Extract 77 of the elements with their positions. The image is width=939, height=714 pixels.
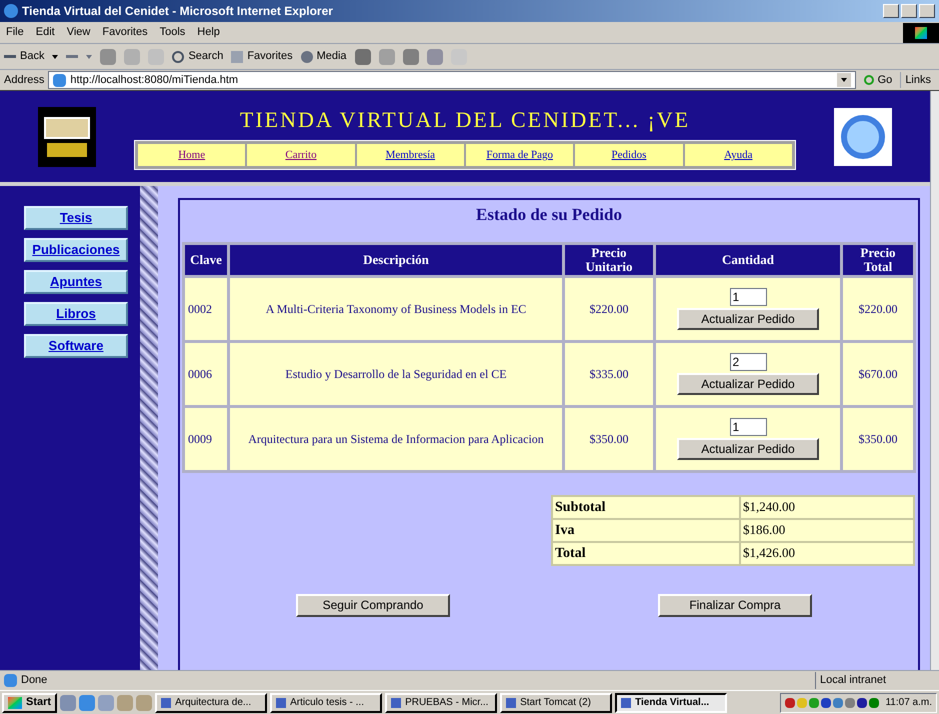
window-title: Tienda Virtual del Cenidet - Microsoft Internet Explorer: [22, 3, 333, 20]
open-for-business-sign-drawing: [38, 106, 96, 166]
column-header: Precio Unitario: [565, 244, 653, 274]
minimize-button[interactable]: [883, 4, 899, 18]
quantity-field[interactable]: 1: [730, 418, 766, 436]
totals-value: $1,426.00: [741, 542, 913, 564]
nav-link[interactable]: Home: [138, 144, 246, 166]
menu-item[interactable]: Favorites: [96, 24, 154, 41]
totals-value: $1,240.00: [741, 496, 913, 518]
table-cell: Arquitectura para un Sistema de Informacion para Aplicacion: [230, 408, 562, 470]
nav-link[interactable]: Membresía: [356, 144, 464, 166]
update-order-button[interactable]: Actualizar Pedido: [677, 372, 819, 394]
order-title: Estado de su Pedido: [475, 204, 623, 226]
taskbar-item[interactable]: Arquitectura de...: [155, 692, 268, 712]
action-button[interactable]: Finalizar Compra: [658, 594, 812, 616]
quantity-field[interactable]: 1: [730, 288, 766, 306]
totals-label: Iva: [553, 520, 739, 540]
favorites-button[interactable]: Favorites: [231, 48, 293, 65]
search-button[interactable]: Search: [172, 48, 224, 65]
start-button[interactable]: Start: [2, 692, 58, 712]
quantity-field[interactable]: 2: [730, 352, 766, 370]
address-label: Address: [4, 72, 44, 88]
menu-item[interactable]: Help: [191, 24, 226, 41]
nav-link[interactable]: Pedidos: [575, 144, 683, 166]
status-text: Done: [21, 673, 48, 688]
totals-label: Subtotal: [553, 496, 739, 518]
nav-link[interactable]: Forma de Pago: [466, 144, 574, 166]
media-button[interactable]: Media: [300, 48, 347, 65]
column-header: Clave: [185, 244, 227, 274]
table-cell: $670.00: [843, 342, 913, 404]
table-cell: $350.00: [565, 408, 653, 470]
taskbar-item[interactable]: Articulo tesis - ...: [270, 692, 382, 712]
column-header: Cantidad: [656, 244, 840, 274]
maximize-button[interactable]: [901, 4, 917, 18]
menu-item[interactable]: View: [60, 24, 96, 41]
store-title: TIENDA VIRTUAL DEL CENIDET... ¡VE: [240, 106, 690, 134]
zone-label: Local intranet: [815, 672, 935, 689]
sidebar-link[interactable]: Tesis: [24, 206, 128, 230]
windows-logo-icon: [903, 22, 939, 42]
table-cell: $220.00: [843, 278, 913, 340]
close-button[interactable]: [919, 4, 935, 18]
action-button[interactable]: Seguir Comprando: [296, 594, 450, 616]
taskbar-item[interactable]: Tienda Virtual...: [615, 692, 728, 712]
totals-value: $186.00: [741, 520, 913, 540]
update-order-button[interactable]: Actualizar Pedido: [677, 308, 819, 330]
table-cell: Estudio y Desarrollo de la Seguridad en el CE: [230, 342, 562, 404]
sidebar-link[interactable]: Publicaciones: [24, 238, 128, 262]
address-field[interactable]: http://localhost:8080/miTienda.htm: [48, 71, 856, 89]
clock: 11:07 a.m.: [885, 696, 932, 710]
back-button[interactable]: Back: [4, 48, 44, 65]
taskbar-item[interactable]: PRUEBAS - Micr...: [385, 692, 498, 712]
totals-label: Total: [553, 542, 739, 564]
dropdown-caret-icon[interactable]: [52, 54, 58, 58]
sidebar-link[interactable]: Software: [24, 334, 128, 358]
table-cell: 0002: [185, 278, 227, 340]
menu-item[interactable]: Edit: [30, 24, 61, 41]
column-header: Descripción: [230, 244, 562, 274]
table-cell: 0006: [185, 342, 227, 404]
update-order-button[interactable]: Actualizar Pedido: [677, 438, 819, 460]
sidebar-link[interactable]: Apuntes: [24, 270, 128, 294]
links-button[interactable]: Links: [900, 72, 935, 88]
table-cell: $350.00: [843, 408, 913, 470]
go-button[interactable]: Go: [860, 72, 896, 88]
nav-link[interactable]: Ayuda: [684, 144, 792, 166]
taskbar-item[interactable]: Start Tomcat (2): [500, 692, 612, 712]
vertical-scrollbar[interactable]: [930, 91, 939, 670]
table-cell: $220.00: [565, 278, 653, 340]
table-cell: $335.00: [565, 342, 653, 404]
table-cell: A Multi-Criteria Taxonomy of Business Models in EC: [230, 278, 562, 340]
menu-item[interactable]: File: [0, 24, 30, 41]
nav-link[interactable]: Carrito: [247, 144, 355, 166]
menu-item[interactable]: Tools: [154, 24, 192, 41]
url-text: http://localhost:8080/miTienda.htm: [70, 72, 238, 88]
clock-logo-icon: [834, 108, 892, 166]
table-cell: 0009: [185, 408, 227, 470]
column-header: Precio Total: [843, 244, 913, 274]
sidebar-link[interactable]: Libros: [24, 302, 128, 326]
